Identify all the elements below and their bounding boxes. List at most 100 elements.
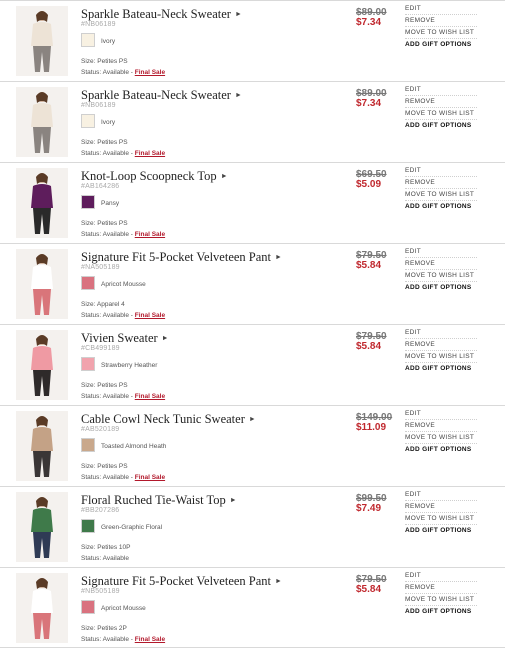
final-sale-link[interactable]: Final Sale	[135, 636, 165, 643]
remove-link[interactable]: REMOVE	[405, 258, 477, 270]
product-image[interactable]	[16, 168, 68, 238]
item-actions: EDIT REMOVE MOVE TO WISH LIST ADD GIFT O…	[405, 408, 477, 455]
status-text: Status: Available - Final Sale	[81, 69, 166, 76]
remove-link[interactable]: REMOVE	[405, 15, 477, 27]
move-to-wish-list-link[interactable]: MOVE TO WISH LIST	[405, 594, 477, 606]
add-gift-options-link[interactable]: ADD GIFT OPTIONS	[405, 120, 477, 131]
product-name-link[interactable]: Vivien Sweater	[81, 331, 158, 345]
product-image[interactable]	[16, 573, 68, 643]
expand-arrow-icon[interactable]: ►	[235, 91, 242, 99]
edit-link[interactable]: EDIT	[405, 165, 477, 177]
color-name: Pansy	[101, 200, 120, 207]
product-name-link[interactable]: Knot-Loop Scoopneck Top	[81, 169, 217, 183]
product-name-link[interactable]: Floral Ruched Tie-Waist Top	[81, 493, 226, 507]
status-text: Status: Available - Final Sale	[81, 312, 166, 319]
move-to-wish-list-link[interactable]: MOVE TO WISH LIST	[405, 351, 477, 363]
status-text: Status: Available - Final Sale	[81, 393, 166, 400]
product-name-link[interactable]: Signature Fit 5-Pocket Velveteen Pant	[81, 574, 271, 588]
item-actions: EDIT REMOVE MOVE TO WISH LIST ADD GIFT O…	[405, 84, 477, 131]
move-to-wish-list-link[interactable]: MOVE TO WISH LIST	[405, 27, 477, 39]
cart-item-row: Sparkle Bateau-Neck Sweater ► #NB06189 Iv…	[0, 0, 505, 81]
size-text: Size: Petites PS	[81, 382, 128, 389]
color-swatch	[81, 357, 95, 371]
edit-link[interactable]: EDIT	[405, 327, 477, 339]
add-gift-options-link[interactable]: ADD GIFT OPTIONS	[405, 606, 477, 617]
product-name-link[interactable]: Signature Fit 5-Pocket Velveteen Pant	[81, 250, 271, 264]
edit-link[interactable]: EDIT	[405, 3, 477, 15]
product-sku: #NA505189	[81, 264, 120, 271]
add-gift-options-link[interactable]: ADD GIFT OPTIONS	[405, 444, 477, 455]
add-gift-options-link[interactable]: ADD GIFT OPTIONS	[405, 363, 477, 374]
cart-item-row: Vivien Sweater ► #CB499189 Strawberry Hea…	[0, 324, 505, 405]
move-to-wish-list-link[interactable]: MOVE TO WISH LIST	[405, 189, 477, 201]
add-gift-options-link[interactable]: ADD GIFT OPTIONS	[405, 282, 477, 293]
cart-item-row: Signature Fit 5-Pocket Velveteen Pant ► #…	[0, 243, 505, 324]
color-name: Apricot Mousse	[101, 605, 146, 612]
sale-price: $5.84	[356, 260, 382, 271]
expand-arrow-icon[interactable]: ►	[230, 496, 237, 504]
product-name-link[interactable]: Sparkle Bateau-Neck Sweater	[81, 7, 231, 21]
color-name: Ivory	[101, 38, 116, 45]
edit-link[interactable]: EDIT	[405, 408, 477, 420]
remove-link[interactable]: REMOVE	[405, 582, 477, 594]
cart-item-row: Knot-Loop Scoopneck Top ► #AB164286 Pansy…	[0, 162, 505, 243]
size-text: Size: Petites 2P	[81, 625, 127, 632]
expand-arrow-icon[interactable]: ►	[221, 172, 228, 180]
add-gift-options-link[interactable]: ADD GIFT OPTIONS	[405, 525, 477, 536]
final-sale-link[interactable]: Final Sale	[135, 312, 165, 319]
remove-link[interactable]: REMOVE	[405, 501, 477, 513]
remove-link[interactable]: REMOVE	[405, 420, 477, 432]
move-to-wish-list-link[interactable]: MOVE TO WISH LIST	[405, 270, 477, 282]
size-text: Size: Petites PS	[81, 463, 128, 470]
final-sale-link[interactable]: Final Sale	[135, 69, 165, 76]
status-text: Status: Available	[81, 555, 129, 562]
move-to-wish-list-link[interactable]: MOVE TO WISH LIST	[405, 432, 477, 444]
product-image[interactable]	[16, 411, 68, 481]
add-gift-options-link[interactable]: ADD GIFT OPTIONS	[405, 39, 477, 50]
add-gift-options-link[interactable]: ADD GIFT OPTIONS	[405, 201, 477, 212]
product-name-link[interactable]: Cable Cowl Neck Tunic Sweater	[81, 412, 245, 426]
sale-price: $7.34	[356, 98, 382, 109]
color-swatch	[81, 195, 95, 209]
remove-link[interactable]: REMOVE	[405, 177, 477, 189]
edit-link[interactable]: EDIT	[405, 246, 477, 258]
sale-price: $5.09	[356, 179, 382, 190]
color-swatch	[81, 33, 95, 47]
product-image[interactable]	[16, 6, 68, 76]
expand-arrow-icon[interactable]: ►	[275, 253, 282, 261]
size-text: Size: Petites 10P	[81, 544, 131, 551]
product-sku: #CB499189	[81, 345, 120, 352]
cart-item-row: Floral Ruched Tie-Waist Top ► #BB207286 G…	[0, 486, 505, 567]
item-actions: EDIT REMOVE MOVE TO WISH LIST ADD GIFT O…	[405, 246, 477, 293]
cart-item-list: Sparkle Bateau-Neck Sweater ► #NB06189 Iv…	[0, 0, 505, 648]
remove-link[interactable]: REMOVE	[405, 96, 477, 108]
item-actions: EDIT REMOVE MOVE TO WISH LIST ADD GIFT O…	[405, 327, 477, 374]
expand-arrow-icon[interactable]: ►	[275, 577, 282, 585]
remove-link[interactable]: REMOVE	[405, 339, 477, 351]
product-image[interactable]	[16, 330, 68, 400]
product-image[interactable]	[16, 249, 68, 319]
sale-price: $5.84	[356, 584, 382, 595]
product-image[interactable]	[16, 87, 68, 157]
move-to-wish-list-link[interactable]: MOVE TO WISH LIST	[405, 513, 477, 525]
expand-arrow-icon[interactable]: ►	[162, 334, 169, 342]
product-image[interactable]	[16, 492, 68, 562]
size-text: Size: Petites PS	[81, 58, 128, 65]
size-text: Size: Apparel 4	[81, 301, 125, 308]
expand-arrow-icon[interactable]: ►	[249, 415, 256, 423]
product-name-link[interactable]: Sparkle Bateau-Neck Sweater	[81, 88, 231, 102]
final-sale-link[interactable]: Final Sale	[135, 231, 165, 238]
final-sale-link[interactable]: Final Sale	[135, 474, 165, 481]
final-sale-link[interactable]: Final Sale	[135, 393, 165, 400]
cart-item-row: Sparkle Bateau-Neck Sweater ► #NB06189 Iv…	[0, 81, 505, 162]
color-swatch	[81, 519, 95, 533]
item-actions: EDIT REMOVE MOVE TO WISH LIST ADD GIFT O…	[405, 570, 477, 617]
move-to-wish-list-link[interactable]: MOVE TO WISH LIST	[405, 108, 477, 120]
expand-arrow-icon[interactable]: ►	[235, 10, 242, 18]
product-sku: #NB06189	[81, 102, 116, 109]
final-sale-link[interactable]: Final Sale	[135, 150, 165, 157]
edit-link[interactable]: EDIT	[405, 84, 477, 96]
edit-link[interactable]: EDIT	[405, 570, 477, 582]
item-actions: EDIT REMOVE MOVE TO WISH LIST ADD GIFT O…	[405, 165, 477, 212]
edit-link[interactable]: EDIT	[405, 489, 477, 501]
